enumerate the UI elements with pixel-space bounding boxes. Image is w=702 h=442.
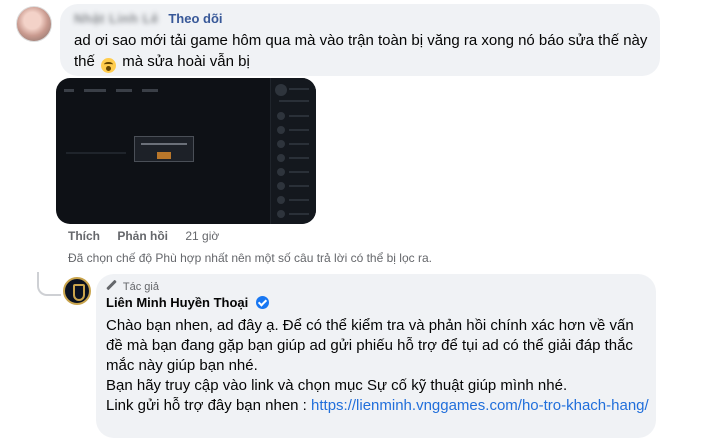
reply-paragraph: Chào bạn nhen, ad đây ạ. Để có thể kiểm …	[106, 317, 634, 374]
reply-link-line: Link gửi hỗ trợ đây bạn nhen : https://l…	[106, 396, 651, 416]
attached-screenshot[interactable]	[56, 78, 316, 224]
author-badge-label: Tác giả	[122, 281, 159, 293]
screenshot-friend-list	[270, 78, 316, 224]
like-button[interactable]: Thích	[68, 229, 100, 243]
commenter-name[interactable]: Nhật Linh Lê	[74, 11, 159, 26]
author-badge: Tác giả	[106, 280, 159, 293]
reply-text: Chào bạn nhen, ad đây ạ. Để có thể kiểm …	[106, 316, 651, 416]
pencil-icon	[106, 280, 117, 291]
comment-timestamp[interactable]: 21 giờ	[185, 229, 219, 243]
reply-link-prefix: Link gửi hỗ trợ đây bạn nhen :	[106, 397, 312, 414]
commenter-avatar[interactable]	[16, 6, 52, 42]
thread-connector	[37, 272, 61, 296]
screenshot-error-dialog	[134, 136, 194, 162]
screenshot-line	[66, 152, 126, 154]
comment-author-line: Nhật Linh Lê Theo dõi	[74, 11, 223, 26]
reply-paragraph: Bạn hãy truy cập vào link và chọn mục Sự…	[106, 377, 568, 394]
crying-face-icon: crying-face	[101, 58, 117, 73]
verified-badge-icon	[255, 296, 269, 309]
reply-author-name[interactable]: Liên Minh Huyền Thoại	[106, 295, 248, 310]
filter-note: Đã chọn chế độ Phù hợp nhất nên một số c…	[68, 251, 432, 265]
support-link[interactable]: https://lienminh.vnggames.com/ho-tro-kha…	[311, 397, 649, 414]
comment-text-part2: mà sửa hoài vẫn bị	[122, 53, 250, 70]
follow-link[interactable]: Theo dõi	[168, 11, 222, 26]
comment-text: ad ơi sao mới tải game hôm qua mà vào tr…	[74, 30, 654, 73]
page-avatar[interactable]	[63, 277, 91, 305]
comment-actions: Thích Phản hồi 21 giờ	[68, 229, 233, 243]
screenshot-top-bar	[64, 82, 269, 94]
reply-button[interactable]: Phản hồi	[117, 229, 168, 243]
reply-author-line: Liên Minh Huyền Thoại	[106, 295, 269, 310]
